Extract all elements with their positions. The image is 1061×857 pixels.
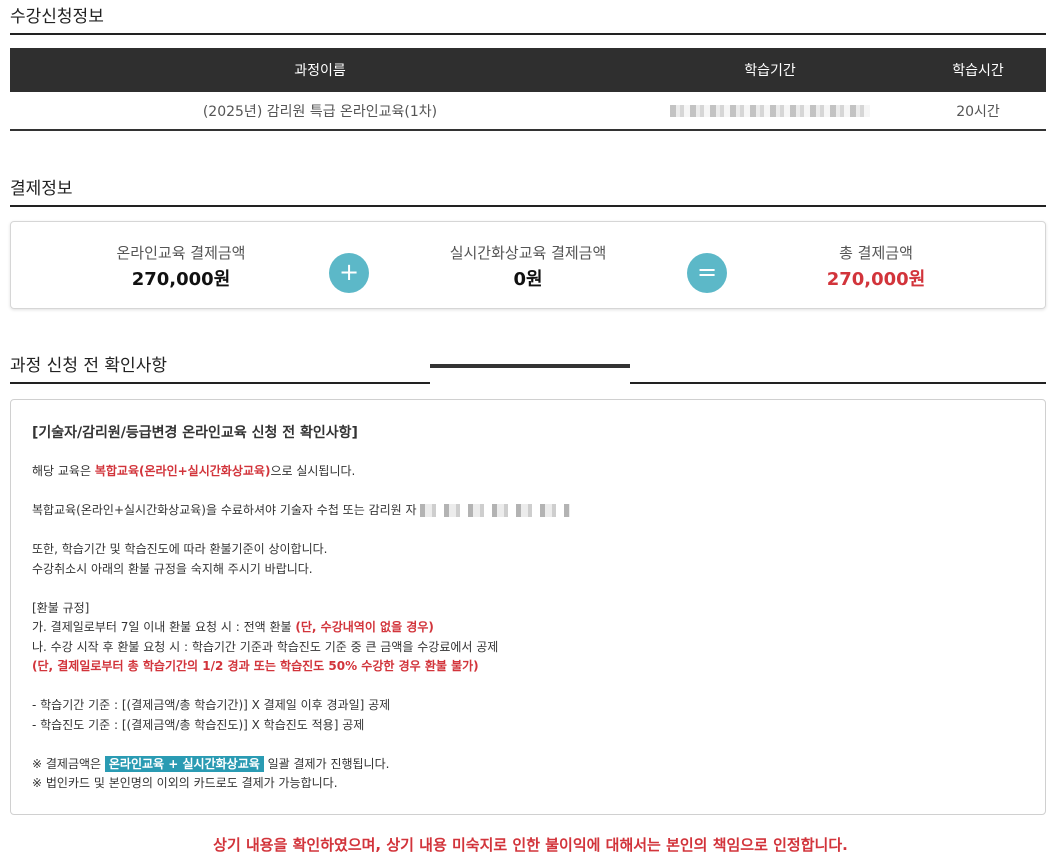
course-table-header: 과정이름 학습기간 학습시간 <box>10 48 1046 92</box>
equals-icon: = <box>687 253 727 293</box>
notice-line: 가. 결제일로부터 7일 이내 환불 요청 시 : 전액 환불 (단, 수강내역… <box>32 618 1024 638</box>
notice-heading: [기술자/감리원/등급변경 온라인교육 신청 전 확인사항] <box>32 425 358 441</box>
header-study-period: 학습기간 <box>630 48 910 92</box>
notice-line: ※ 결제금액은 온라인교육 + 실시간화상교육 일괄 결제가 진행됩니다. <box>32 755 1024 775</box>
notice-line: ※ 법인카드 및 본인명의 이외의 카드로도 결제가 가능합니다. <box>32 776 338 790</box>
live-payment: 실시간화상교육 결제금액 0원 <box>398 242 658 291</box>
header-study-hours: 학습시간 <box>910 48 1046 92</box>
notice-line: - 학습진도 기준 : [(결제금액/총 학습진도)] X 학습진도 적용] 공… <box>32 717 365 732</box>
plus-icon: + <box>329 253 369 293</box>
course-table: 과정이름 학습기간 학습시간 (2025년) 감리원 특급 온라인교육(1차) … <box>10 48 1046 131</box>
notice-text: ※ 결제금액은 <box>32 756 105 771</box>
total-payment: 총 결제금액 270,000원 <box>746 242 1006 291</box>
course-name-cell: (2025년) 감리원 특급 온라인교육(1차) <box>10 92 630 131</box>
notice-text: 일괄 결제가 진행됩니다. <box>263 756 390 771</box>
table-row: (2025년) 감리원 특급 온라인교육(1차) 20시간 <box>10 92 1046 131</box>
online-payment: 온라인교육 결제금액 270,000원 <box>51 242 311 291</box>
payment-info-title: 결제정보 <box>10 174 1046 207</box>
redacted-period <box>670 104 870 117</box>
payment-summary-box: 온라인교육 결제금액 270,000원 + 실시간화상교육 결제금액 0원 = … <box>10 221 1046 309</box>
notice-text: 해당 교육은 <box>32 464 95 478</box>
live-payment-label: 실시간화상교육 결제금액 <box>449 244 607 262</box>
notice-text: 으로 실시됩니다. <box>270 464 356 478</box>
study-hours-cell: 20시간 <box>910 92 1046 131</box>
course-info-title: 수강신청정보 <box>10 2 1046 35</box>
notice-line: 해당 교육은 복합교육(온라인+실시간화상교육)으로 실시됩니다. <box>32 462 1024 482</box>
notice-line: 복합교육(온라인+실시간화상교육)을 수료하셔야 기술자 수첩 또는 감리원 자 <box>32 501 1024 521</box>
redacted-text <box>420 504 571 517</box>
notice-line: 나. 수강 시작 후 환불 요청 시 : 학습기간 기준과 학습진도 기준 중 … <box>32 639 499 654</box>
live-payment-value: 0원 <box>513 269 543 290</box>
study-period-cell <box>630 92 910 131</box>
online-payment-value: 270,000원 <box>131 269 231 290</box>
notice-line: - 학습기간 기준 : [(결제금액/총 학습기간)] X 결제일 이후 경과일… <box>32 698 391 712</box>
header-course-name: 과정이름 <box>10 48 630 92</box>
notice-highlight: (단, 수강내역이 없을 경우) <box>295 620 434 634</box>
total-payment-value: 270,000원 <box>826 269 926 290</box>
notice-line: 또한, 학습기간 및 학습진도에 따라 환불기준이 상이합니다. <box>32 542 328 556</box>
redacted-area <box>430 364 630 400</box>
online-payment-label: 온라인교육 결제금액 <box>116 244 246 262</box>
notice-highlight: 복합교육(온라인+실시간화상교육) <box>94 464 271 478</box>
payment-highlight-badge: 온라인교육 + 실시간화상교육 <box>104 755 264 772</box>
refund-policy-heading: [환불 규정] <box>32 600 90 615</box>
notice-box: [기술자/감리원/등급변경 온라인교육 신청 전 확인사항] 해당 교육은 복합… <box>10 399 1046 815</box>
notice-text: 가. 결제일로부터 7일 이내 환불 요청 시 : 전액 환불 <box>32 620 296 634</box>
total-payment-label: 총 결제금액 <box>839 244 913 262</box>
final-confirmation-note: 상기 내용을 확인하였으며, 상기 내용 미숙지로 인한 불이익에 대해서는 본… <box>213 836 848 854</box>
notice-text: 복합교육(온라인+실시간화상교육)을 수료하셔야 기술자 수첩 또는 감리원 자 <box>32 503 417 517</box>
notice-line: 수강취소시 아래의 환불 규정을 숙지해 주시기 바랍니다. <box>32 561 313 576</box>
notice-highlight-line: (단, 결제일로부터 총 학습기간의 1/2 경과 또는 학습진도 50% 수강… <box>32 659 479 673</box>
